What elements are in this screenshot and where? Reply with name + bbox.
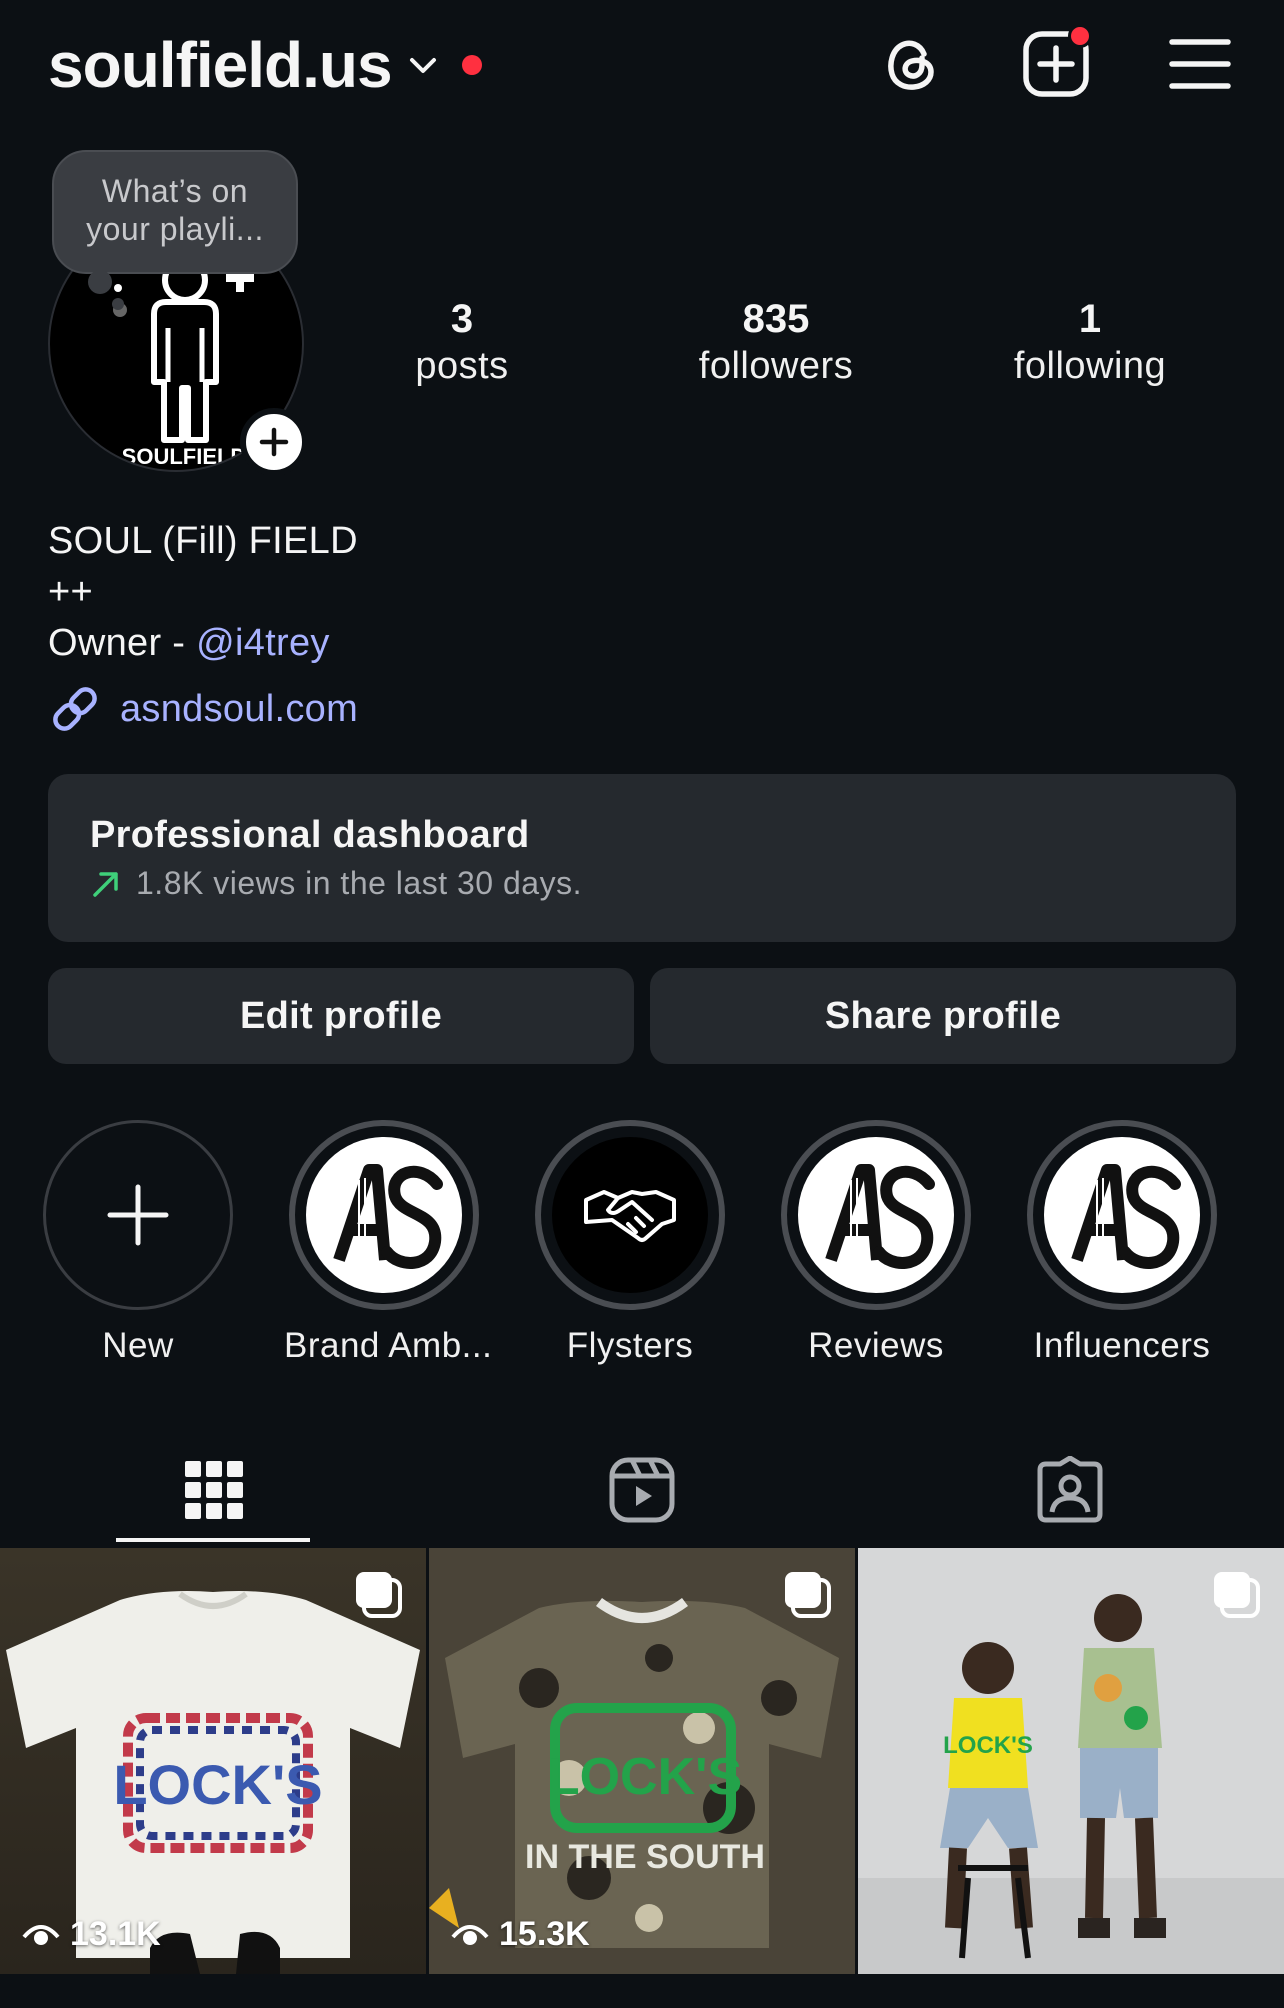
dashboard-views-text: 1.8K views in the last 30 days. — [136, 865, 582, 901]
edit-profile-button[interactable]: Edit profile — [48, 968, 634, 1064]
carousel-icon — [785, 1572, 831, 1618]
stat-label: following — [1013, 345, 1167, 387]
note-text: What’s on your playli... — [86, 173, 264, 247]
threads-icon[interactable] — [876, 28, 948, 100]
view-count: 15.3K — [451, 1915, 590, 1954]
eye-icon — [22, 1924, 60, 1945]
highlight-ring — [43, 1120, 233, 1310]
chevron-down-icon — [409, 58, 436, 73]
bio: SOUL (Fill) FIELD ++ Owner - @i4trey — [48, 516, 358, 669]
view-count: 13.1K — [22, 1915, 161, 1954]
profile-page: soulfield.us SOULFIELD What’s on your pl… — [0, 0, 1284, 2008]
dashboard-title: Professional dashboard — [90, 814, 530, 856]
add-story-button[interactable] — [240, 408, 308, 476]
trend-up-arrow-icon — [93, 871, 118, 897]
note-bubble-tail-small — [112, 298, 124, 310]
website-link-text: asndsoul.com — [120, 687, 359, 730]
view-count-text: 13.1K — [70, 1915, 161, 1953]
as-logo-icon — [825, 1164, 935, 1269]
post-thumbnail[interactable]: LOCK'S 13.1K — [0, 1548, 426, 1974]
highlight-ring — [1027, 1120, 1217, 1310]
owner-prefix: Owner - — [48, 622, 197, 664]
highlight-influencers[interactable]: Influencers — [1022, 1120, 1222, 1366]
stat-label: posts — [415, 345, 509, 387]
stat-label: followers — [698, 345, 854, 387]
bio-owner-line: Owner - @i4trey — [48, 618, 358, 669]
plus-icon — [107, 1184, 169, 1246]
notification-dot — [461, 55, 482, 75]
highlight-label: Flysters — [566, 1326, 694, 1365]
bio-line: ++ — [48, 571, 93, 613]
active-tab-indicator — [116, 1538, 310, 1542]
stat-following[interactable]: 1 following — [980, 296, 1200, 390]
post-thumbnail[interactable]: LOCK'S — [858, 1548, 1284, 1974]
stat-posts[interactable]: 3 posts — [352, 296, 572, 390]
highlight-brand-ambassadors[interactable]: Brand Amb... — [284, 1120, 493, 1366]
stat-followers[interactable]: 835 followers — [666, 296, 886, 390]
as-logo-icon — [333, 1164, 443, 1269]
post-overlay-text: LOCK'S — [943, 1732, 1033, 1759]
highlight-cover — [306, 1137, 462, 1293]
username: soulfield.us — [48, 29, 393, 101]
link-icon — [53, 687, 97, 731]
owner-mention-link[interactable]: @i4trey — [196, 622, 330, 664]
grid-icon — [185, 1461, 243, 1519]
note-bubble-tail — [88, 270, 112, 294]
menu-icon[interactable] — [1164, 28, 1236, 100]
highlight-cover — [798, 1137, 954, 1293]
carousel-icon — [1214, 1572, 1260, 1618]
highlight-label: Influencers — [1033, 1326, 1211, 1365]
handshake-icon — [584, 1190, 676, 1242]
post-overlay-text-2: IN THE SOUTH — [525, 1838, 765, 1876]
professional-dashboard[interactable]: Professional dashboard 1.8K views in the… — [48, 774, 1236, 942]
note-bubble[interactable]: What’s on your playli... — [52, 150, 298, 274]
post-overlay-text: LOCK'S — [113, 1753, 322, 1816]
highlight-label: New — [102, 1326, 174, 1365]
as-logo-icon — [1071, 1164, 1181, 1269]
highlight-ring — [781, 1120, 971, 1310]
post-thumbnail[interactable]: LOCK'S IN THE SOUTH 15.3K — [429, 1548, 855, 1974]
eye-icon — [451, 1924, 489, 1945]
create-badge — [1068, 24, 1092, 48]
create-post-icon[interactable] — [1020, 24, 1092, 100]
highlight-label: Reviews — [808, 1326, 944, 1365]
highlight-ring — [535, 1120, 725, 1310]
plus-icon — [259, 427, 289, 457]
tab-posts-grid[interactable] — [0, 1434, 428, 1546]
tab-reels[interactable] — [428, 1434, 856, 1546]
highlight-flysters[interactable]: Flysters — [530, 1120, 730, 1366]
post-overlay-text: LOCK'S — [548, 1748, 742, 1806]
highlight-label: Brand Amb... — [284, 1326, 493, 1365]
account-switcher[interactable]: soulfield.us — [48, 28, 482, 102]
highlight-ring — [289, 1120, 479, 1310]
avatar-caption: SOULFIELD — [122, 444, 247, 469]
reels-icon — [609, 1457, 675, 1523]
stat-value: 3 — [450, 297, 474, 341]
display-name: SOUL (Fill) FIELD — [48, 520, 358, 562]
highlight-cover — [1044, 1137, 1200, 1293]
top-bar: soulfield.us — [0, 0, 1284, 130]
website-link[interactable]: asndsoul.com — [48, 682, 358, 736]
highlight-reviews[interactable]: Reviews — [776, 1120, 976, 1366]
tab-tagged[interactable] — [856, 1434, 1284, 1546]
stat-value: 1 — [1078, 297, 1102, 341]
tagged-icon — [1037, 1456, 1103, 1523]
view-count-text: 15.3K — [499, 1915, 590, 1953]
stat-value: 835 — [742, 297, 810, 341]
dashboard-subtitle: 1.8K views in the last 30 days. — [90, 865, 1194, 902]
highlight-cover — [552, 1137, 708, 1293]
highlight-new[interactable]: New — [38, 1120, 238, 1366]
carousel-icon — [356, 1572, 402, 1618]
share-profile-button[interactable]: Share profile — [650, 968, 1236, 1064]
